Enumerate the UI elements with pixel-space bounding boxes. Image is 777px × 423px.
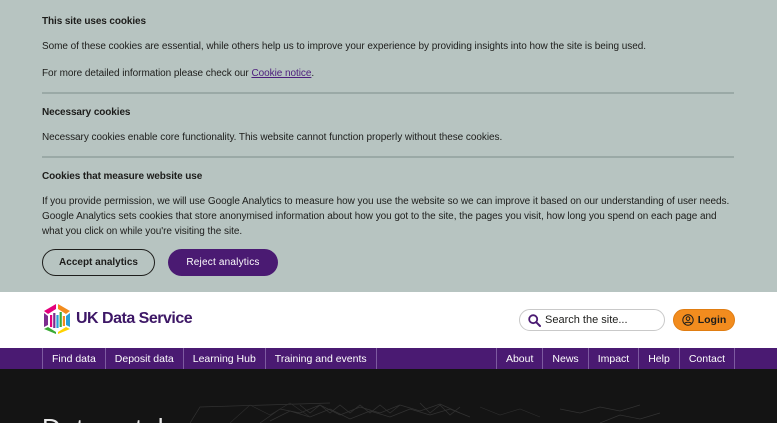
search-icon[interactable] — [528, 313, 541, 327]
search-input[interactable] — [545, 314, 663, 326]
divider — [42, 92, 734, 94]
cookie-notice-link[interactable]: Cookie notice — [251, 68, 311, 79]
nav-primary: Find data Deposit data Learning Hub Trai… — [42, 348, 377, 369]
logo-text: UK Data Service — [76, 310, 193, 327]
nav-item-find-data[interactable]: Find data — [42, 348, 105, 369]
necessary-cookies-heading: Necessary cookies — [42, 107, 131, 118]
nav-item-help[interactable]: Help — [638, 348, 679, 369]
site-header: UK Data Service Login — [0, 292, 777, 348]
divider — [42, 156, 734, 158]
cookie-more-info-suffix: . — [311, 68, 315, 79]
nav-item-learning-hub[interactable]: Learning Hub — [182, 348, 265, 369]
hero-banner: Data catalogue — [0, 369, 777, 423]
site-logo[interactable]: UK Data Service — [42, 303, 193, 335]
accept-analytics-button[interactable]: Accept analytics — [42, 249, 155, 276]
main-nav: Find data Deposit data Learning Hub Trai… — [0, 348, 777, 369]
necessary-cookies-text: Necessary cookies enable core functional… — [42, 132, 503, 143]
analytics-cookies-heading: Cookies that measure website use — [42, 171, 203, 182]
analytics-cookies-text: If you provide permission, we will use G… — [42, 196, 730, 237]
cookie-banner: This site uses cookies Some of these coo… — [0, 0, 777, 292]
cookie-intro-text: Some of these cookies are essential, whi… — [42, 41, 646, 52]
reject-analytics-button[interactable]: Reject analytics — [168, 249, 278, 276]
nav-item-contact[interactable]: Contact — [678, 348, 735, 369]
nav-item-deposit-data[interactable]: Deposit data — [104, 348, 183, 369]
cookie-banner-heading: This site uses cookies — [42, 16, 146, 27]
nav-secondary: About News Impact Help Contact — [495, 348, 735, 369]
cookie-more-info-prefix: For more detailed information please che… — [42, 68, 252, 79]
hero-title: Data catalogue — [42, 413, 224, 423]
user-icon — [682, 314, 694, 326]
ukds-logo-mark-icon — [44, 304, 70, 334]
nav-item-news[interactable]: News — [542, 348, 587, 369]
nav-item-training-events[interactable]: Training and events — [264, 348, 377, 369]
nav-item-about[interactable]: About — [495, 348, 542, 369]
nav-item-impact[interactable]: Impact — [587, 348, 639, 369]
search-box[interactable] — [519, 309, 665, 331]
cookie-more-info: For more detailed information please che… — [42, 66, 734, 81]
login-button[interactable]: Login — [673, 309, 735, 331]
login-label: Login — [697, 314, 727, 326]
